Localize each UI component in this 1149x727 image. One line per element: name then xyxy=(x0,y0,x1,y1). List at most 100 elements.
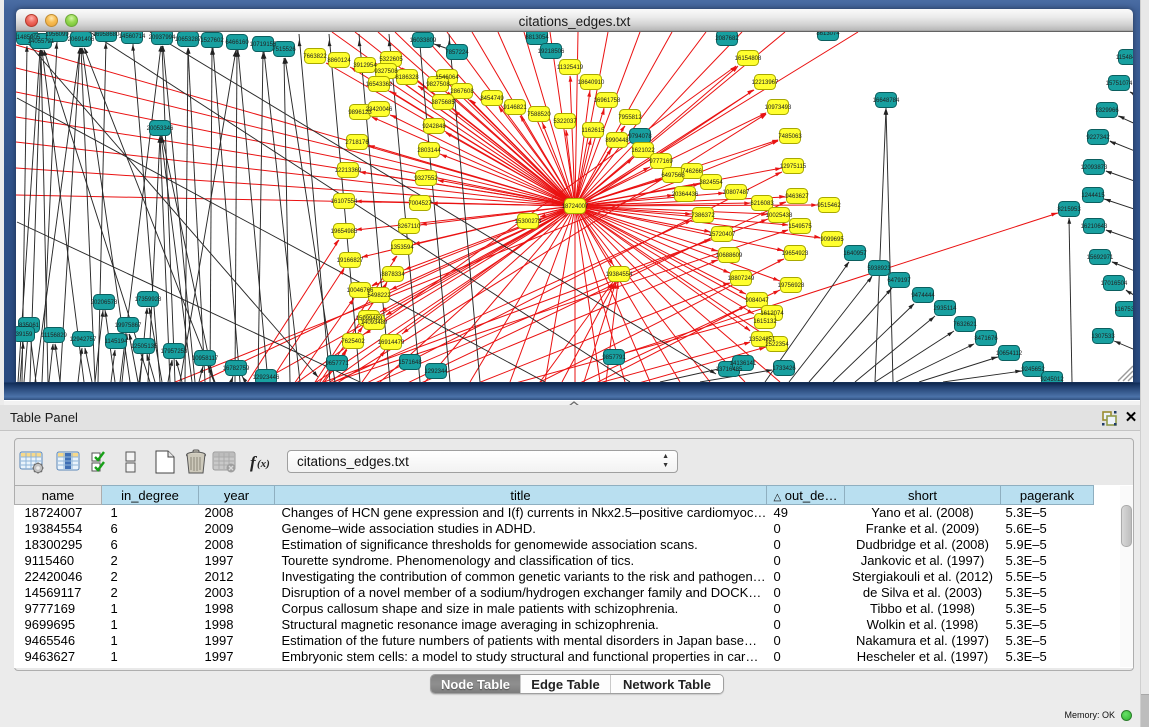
svg-text:16648784: 16648784 xyxy=(873,98,900,104)
svg-text:6466160: 6466160 xyxy=(225,40,249,46)
svg-text:12923446: 12923446 xyxy=(253,375,280,381)
svg-text:1527602: 1527602 xyxy=(200,38,224,44)
svg-text:18724007: 18724007 xyxy=(562,204,589,210)
svg-text:1956099: 1956099 xyxy=(45,32,69,38)
svg-text:23420046: 23420046 xyxy=(366,107,393,113)
svg-text:20691406: 20691406 xyxy=(68,37,95,43)
svg-text:9794078: 9794078 xyxy=(628,134,652,140)
svg-text:2867608: 2867608 xyxy=(450,89,474,95)
svg-text:10973493: 10973493 xyxy=(765,105,792,111)
svg-text:18640910: 18640910 xyxy=(578,80,605,86)
svg-text:18807249: 18807249 xyxy=(728,276,755,282)
svg-text:1353594: 1353594 xyxy=(390,245,414,251)
svg-text:7625402: 7625402 xyxy=(341,339,365,345)
svg-text:12975115: 12975115 xyxy=(780,164,807,170)
svg-text:1546064: 1546064 xyxy=(435,75,459,81)
svg-text:1162615: 1162615 xyxy=(582,128,606,134)
svg-text:1640957: 1640957 xyxy=(843,251,867,257)
svg-text:7632621: 7632621 xyxy=(953,322,977,328)
svg-text:8990448: 8990448 xyxy=(605,138,629,144)
svg-text:9245652: 9245652 xyxy=(1021,367,1045,373)
svg-text:15692971: 15692971 xyxy=(1087,255,1114,261)
svg-text:39159: 39159 xyxy=(16,332,33,338)
svg-text:7588520: 7588520 xyxy=(527,112,551,118)
svg-text:20937994: 20937994 xyxy=(149,35,176,41)
svg-text:16961758: 16961758 xyxy=(594,98,621,104)
svg-text:8813054: 8813054 xyxy=(525,35,549,41)
svg-text:6479197: 6479197 xyxy=(887,278,911,284)
svg-text:1244415: 1244415 xyxy=(1081,193,1105,199)
svg-text:3824554: 3824554 xyxy=(699,180,723,186)
svg-text:7515526: 7515526 xyxy=(272,47,296,53)
svg-text:16914479: 16914479 xyxy=(378,340,405,346)
svg-text:10025438: 10025438 xyxy=(766,213,793,219)
svg-text:17359928: 17359928 xyxy=(135,297,162,303)
svg-text:15720407: 15720407 xyxy=(709,232,736,238)
svg-text:9084047: 9084047 xyxy=(745,298,769,304)
svg-text:11548498: 11548498 xyxy=(1116,55,1133,61)
svg-text:9463627: 9463627 xyxy=(785,194,809,200)
svg-text:9245012: 9245012 xyxy=(1040,377,1064,382)
svg-text:8878334: 8878334 xyxy=(381,272,405,278)
svg-text:7386372: 7386372 xyxy=(691,213,715,219)
svg-text:2522354: 2522354 xyxy=(765,342,789,348)
svg-text:9777169: 9777169 xyxy=(649,159,673,165)
svg-text:16033809: 16033809 xyxy=(410,38,437,44)
svg-text:19384554: 19384554 xyxy=(606,272,633,278)
svg-text:9827508: 9827508 xyxy=(426,82,450,88)
svg-text:746266: 746266 xyxy=(682,169,703,175)
svg-text:8860124: 8860124 xyxy=(327,58,351,64)
svg-text:9474444: 9474444 xyxy=(911,293,935,299)
svg-text:1549575: 1549575 xyxy=(788,224,812,230)
svg-text:16210643: 16210643 xyxy=(1081,224,1108,230)
svg-text:2803144: 2803144 xyxy=(417,148,441,154)
svg-text:19975867: 19975867 xyxy=(115,323,142,329)
svg-text:5322605: 5322605 xyxy=(379,57,403,63)
svg-text:16782759: 16782759 xyxy=(223,366,250,372)
svg-text:9857791: 9857791 xyxy=(602,355,626,361)
svg-text:16154808: 16154808 xyxy=(735,56,762,62)
svg-text:12505135: 12505135 xyxy=(131,344,158,350)
svg-text:12942757: 12942757 xyxy=(70,337,97,343)
svg-text:15300273: 15300273 xyxy=(515,219,542,225)
svg-text:1307533: 1307533 xyxy=(1091,334,1115,340)
svg-text:2718176: 2718176 xyxy=(345,140,369,146)
svg-text:11325419: 11325419 xyxy=(557,65,584,71)
svg-text:1571648: 1571648 xyxy=(398,360,422,366)
svg-text:8613074: 8613074 xyxy=(816,32,840,37)
svg-text:16543362: 16543362 xyxy=(366,82,393,88)
svg-text:11156829: 11156829 xyxy=(41,333,67,339)
svg-text:8215953: 8215953 xyxy=(1057,207,1081,213)
svg-text:19654985: 19654985 xyxy=(331,229,358,235)
svg-text:1612074: 1612074 xyxy=(760,311,784,317)
svg-text:10688609: 10688609 xyxy=(716,253,743,259)
svg-text:16107554: 16107554 xyxy=(331,199,358,205)
svg-text:5322037: 5322037 xyxy=(553,119,577,125)
svg-text:12213369: 12213369 xyxy=(335,168,362,174)
svg-text:12213967: 12213967 xyxy=(752,80,779,86)
svg-text:20053346: 20053346 xyxy=(147,126,174,132)
svg-text:8186328: 8186328 xyxy=(395,75,419,81)
svg-text:14093489: 14093489 xyxy=(361,320,388,326)
svg-text:10958117: 10958117 xyxy=(192,356,219,362)
svg-text:9515462: 9515462 xyxy=(817,203,841,209)
svg-text:9227342: 9227342 xyxy=(1086,135,1110,141)
svg-text:6216083: 6216083 xyxy=(750,201,774,207)
svg-text:7485063: 7485063 xyxy=(778,134,802,140)
svg-text:835061: 835061 xyxy=(19,323,40,329)
svg-text:14136141: 14136141 xyxy=(730,361,757,367)
svg-text:19756928: 19756928 xyxy=(778,283,805,289)
svg-text:9327552: 9327552 xyxy=(414,176,438,182)
svg-text:7663822: 7663822 xyxy=(303,54,327,60)
svg-text:16958680: 16958680 xyxy=(93,32,120,38)
svg-text:9099695: 9099695 xyxy=(820,237,844,243)
svg-text:7004527: 7004527 xyxy=(408,201,432,207)
svg-text:1733426: 1733426 xyxy=(772,366,796,372)
svg-text:2087682: 2087682 xyxy=(715,36,739,42)
svg-text:9242848: 9242848 xyxy=(422,124,446,130)
svg-text:1167533: 1167533 xyxy=(1115,307,1133,313)
svg-text:1621022: 1621022 xyxy=(631,148,655,154)
svg-text:20206578: 20206578 xyxy=(91,300,118,306)
svg-text:8454749: 8454749 xyxy=(480,96,504,102)
svg-text:9329966: 9329966 xyxy=(1095,108,1119,114)
